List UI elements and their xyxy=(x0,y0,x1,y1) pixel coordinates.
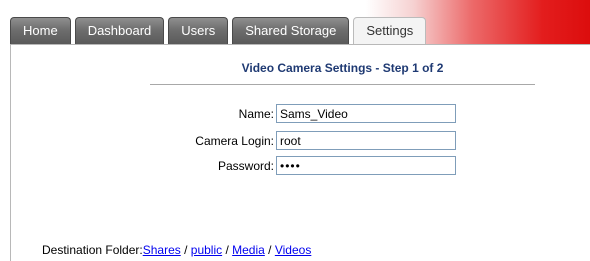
main-tab-bar: Home Dashboard Users Shared Storage Sett… xyxy=(10,17,427,45)
path-separator: / xyxy=(180,243,191,257)
tab-users[interactable]: Users xyxy=(168,17,229,44)
path-separator: / xyxy=(264,243,275,257)
password-row: Password: xyxy=(0,156,590,176)
name-label: Name: xyxy=(238,107,274,121)
title-divider xyxy=(150,84,535,85)
path-link-videos[interactable]: Videos xyxy=(275,243,311,257)
destination-folder: Destination Folder:Shares / public / Med… xyxy=(42,243,311,257)
password-input[interactable] xyxy=(276,156,456,175)
camera-login-label: Camera Login: xyxy=(195,134,274,148)
path-link-shares[interactable]: Shares xyxy=(143,243,181,257)
content-left-border xyxy=(10,44,11,261)
camera-login-input[interactable] xyxy=(276,131,456,150)
tab-settings[interactable]: Settings xyxy=(353,17,427,45)
name-input[interactable] xyxy=(276,104,456,123)
app-window: Home Dashboard Users Shared Storage Sett… xyxy=(0,0,590,261)
camera-login-row: Camera Login: xyxy=(0,131,590,151)
password-label: Password: xyxy=(217,159,274,173)
tab-dashboard[interactable]: Dashboard xyxy=(74,17,165,44)
name-row: Name: xyxy=(0,104,590,124)
path-separator: / xyxy=(222,243,233,257)
page-title: Video Camera Settings - Step 1 of 2 xyxy=(241,61,444,75)
destination-folder-label: Destination Folder: xyxy=(42,243,143,257)
path-link-media[interactable]: Media xyxy=(232,243,265,257)
content-top-border xyxy=(10,44,590,45)
path-link-public[interactable]: public xyxy=(191,243,222,257)
tab-home[interactable]: Home xyxy=(10,17,71,44)
tab-shared-storage[interactable]: Shared Storage xyxy=(232,17,350,44)
